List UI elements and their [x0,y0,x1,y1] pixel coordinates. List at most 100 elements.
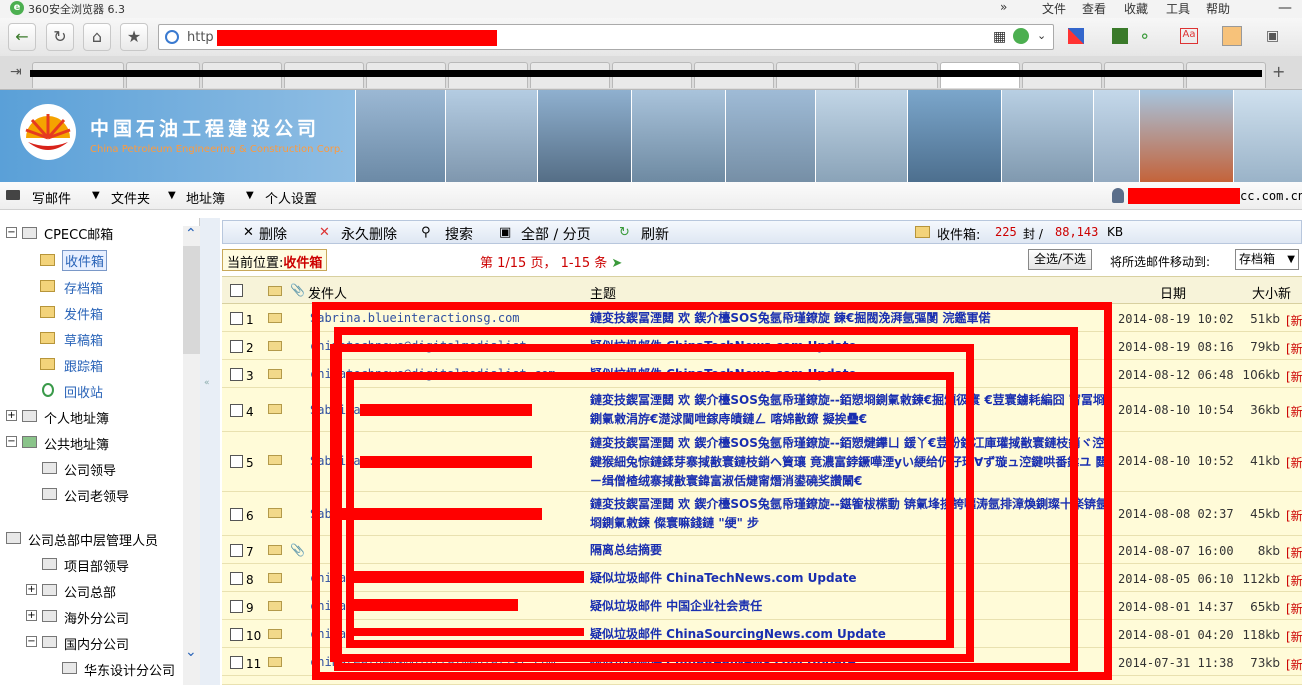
sent-folder-icon [40,306,55,318]
dropdown-chevron-icon[interactable]: ⌄ [1037,29,1046,42]
browser-logo-icon: e [10,1,24,15]
folders-menu[interactable]: 文件夹 [111,188,150,207]
row-checkbox[interactable] [230,340,243,353]
envelope-icon [268,545,282,555]
row-checkbox[interactable] [230,572,243,585]
menu-file[interactable]: 文件 [1042,0,1066,17]
apps-icon[interactable] [1068,28,1084,44]
settings-dropdown-icon[interactable]: ▼ [246,190,254,201]
header-sender[interactable]: 发件人 [308,283,347,302]
addressbook-icon [22,410,37,422]
home-button[interactable]: ⌂ [83,23,111,51]
row-checkbox[interactable] [230,312,243,325]
collapse-icon[interactable]: − [6,436,17,447]
folder-sent[interactable]: 发件箱 [64,304,103,323]
row-checkbox[interactable] [230,508,243,521]
splitter[interactable]: « [200,218,220,685]
select-all-button[interactable]: 全选/不选 [1028,249,1092,270]
header-date[interactable]: 日期 [1160,283,1186,302]
row-checkbox[interactable] [230,600,243,613]
address-bar[interactable]: http ▦ ⌄ [158,24,1054,50]
search-button[interactable]: 搜索 [445,224,473,244]
header-subject[interactable]: 主题 [590,283,616,302]
group-former-leaders[interactable]: 公司老领导 [64,486,129,505]
scroll-thumb[interactable] [183,246,200,354]
group-east-china-design[interactable]: 华东设计分公司 [84,660,175,679]
row-checkbox[interactable] [230,628,243,641]
redaction-bar [360,456,532,468]
refresh-mail-button[interactable]: 刷新 [641,224,669,244]
row-date: 2014-08-12 06:48 [1118,368,1234,382]
new-tab-icon[interactable]: + [1272,62,1285,81]
next-page-icon[interactable]: ➤ [611,256,622,271]
row-date: 2014-08-19 08:16 [1118,340,1234,354]
collapse-icon[interactable]: − [6,227,17,238]
expand-icon[interactable]: + [26,584,37,595]
envelope-icon [268,601,282,611]
row-checkbox[interactable] [230,544,243,557]
addressbook-menu[interactable]: 地址簿 [186,188,225,207]
back-button[interactable]: ← [8,23,36,51]
delete-button[interactable]: 删除 [259,224,287,244]
contact-card-icon [6,532,21,544]
settings-menu[interactable]: 个人设置 [265,188,317,207]
refresh-button[interactable]: ↻ [46,23,74,51]
folders-dropdown-icon[interactable]: ▼ [92,190,100,201]
scroll-up-icon[interactable]: ⌃ [185,226,197,242]
menu-favorites[interactable]: 收藏 [1124,0,1148,17]
redaction-bar [352,628,584,636]
select-all-checkbox[interactable] [230,284,243,297]
menu-view[interactable]: 查看 [1082,0,1106,17]
header-size[interactable]: 大小 [1252,283,1278,302]
envelope-icon [268,455,282,465]
gamepad-icon[interactable]: ▣ [1266,28,1279,44]
row-number: 7 [246,545,254,559]
write-mail-button[interactable]: 写邮件 [32,188,71,207]
expand-icon[interactable]: + [26,610,37,621]
folder-inbox[interactable]: 收件箱 [62,250,108,271]
group-company-leaders[interactable]: 公司领导 [64,460,116,479]
move-target-select[interactable]: 存档箱 ▼ [1235,249,1299,270]
mailbox-root[interactable]: CPECC邮箱 [44,224,113,243]
collapse-icon[interactable]: − [26,636,37,647]
perm-delete-button[interactable]: 永久删除 [341,224,397,244]
row-number: 6 [246,509,254,523]
group-headquarters[interactable]: 公司总部 [64,582,116,601]
sidebar-scrollbar[interactable]: ⌃ ⌄ [183,226,200,685]
personal-addressbook[interactable]: 个人地址簿 [44,408,109,427]
row-checkbox[interactable] [230,455,243,468]
addressbook-dropdown-icon[interactable]: ▼ [168,190,176,201]
row-new-flag: [新 [1286,630,1302,644]
favorite-star-button[interactable]: ★ [120,23,148,51]
group-project-leaders[interactable]: 项目部领导 [64,556,129,575]
row-checkbox[interactable] [230,656,243,669]
public-addressbook[interactable]: 公共地址簿 [44,434,109,453]
qr-icon[interactable]: ▦ [993,29,1006,45]
banner-photo [907,90,1001,182]
minimize-icon[interactable]: — [1278,0,1292,16]
folder-archive[interactable]: 存档箱 [64,278,103,297]
translate-icon[interactable]: Aa [1180,28,1198,44]
paging-button[interactable]: 全部 / 分页 [521,224,591,244]
refresh-icon: ↻ [619,225,630,240]
group-domestic-branch[interactable]: 国内分公司 [64,634,129,653]
row-checkbox[interactable] [230,404,243,417]
group-overseas-branch[interactable]: 海外分公司 [64,608,129,627]
menu-arrow-icon[interactable]: » [1000,0,1007,14]
folder-tracking[interactable]: 跟踪箱 [64,356,103,375]
menu-tools[interactable]: 工具 [1166,0,1190,17]
ie-mode-icon[interactable] [1013,28,1029,44]
expand-icon[interactable]: + [6,410,17,421]
folder-drafts[interactable]: 草稿箱 [64,330,103,349]
media-icon[interactable] [1112,28,1128,44]
group-mid-managers[interactable]: 公司总部中层管理人员 [28,530,158,549]
menu-help[interactable]: 帮助 [1206,0,1230,17]
folder-recycle[interactable]: 回收站 [64,382,103,401]
collapse-left-icon[interactable]: « [204,378,210,388]
sidebar-toggle-icon[interactable]: ⇥ [10,64,22,80]
perm-delete-icon: ✕ [319,225,330,240]
row-checkbox[interactable] [230,368,243,381]
shield-icon[interactable]: ⚬ [1138,27,1151,46]
scroll-down-icon[interactable]: ⌄ [185,644,197,660]
skin-icon[interactable] [1222,26,1242,46]
